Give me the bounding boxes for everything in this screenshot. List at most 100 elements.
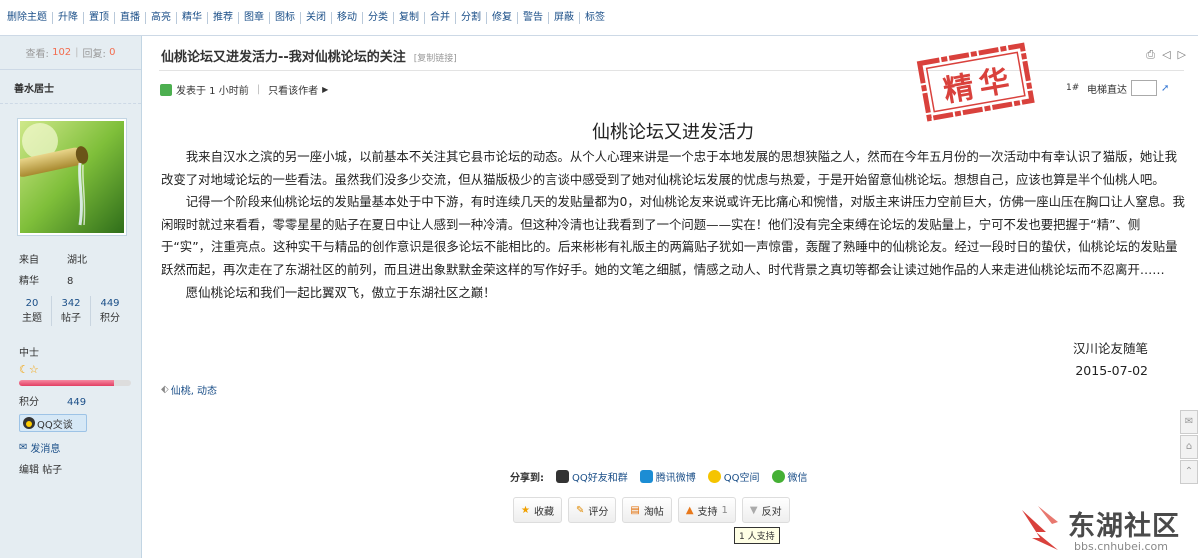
post-signature: 汉川论友随笔 2015-07-02 xyxy=(1073,338,1148,382)
share-label: 分享到: xyxy=(510,473,544,484)
print-icon[interactable]: ⎙ xyxy=(1146,48,1155,62)
logo-text: 东湖社区 xyxy=(1068,511,1180,542)
floor-number[interactable]: 1# xyxy=(1066,83,1079,93)
digest-stamp: 精华 xyxy=(916,42,1036,125)
thread-stats: 查看: 102 | 回复: 0 xyxy=(0,36,141,70)
thumb-down-icon: ▼ xyxy=(749,504,758,516)
mod-action-15[interactable]: 修复 xyxy=(487,11,518,24)
title-divider xyxy=(159,70,1184,71)
thumb-up-icon: ▲ xyxy=(685,504,694,516)
reply-icon[interactable]: ✉ xyxy=(1180,410,1198,434)
mod-action-18[interactable]: 标签 xyxy=(580,12,610,24)
mod-action-12[interactable]: 复制 xyxy=(394,11,425,24)
mod-action-0[interactable]: 删除主题 xyxy=(2,11,53,24)
mod-action-1[interactable]: 升降 xyxy=(53,11,84,24)
edit-row: 编辑 帖子 xyxy=(19,465,63,476)
post-actions: ★ 收藏 ✎ 评分 ▤ 淘帖 ▲ 支持 1 ▼ 反对 xyxy=(513,497,790,523)
next-thread-icon[interactable]: ▷ xyxy=(1178,48,1186,62)
favorite-button[interactable]: ★ 收藏 xyxy=(513,497,562,523)
user-rank: 中士 xyxy=(19,348,39,359)
mod-action-16[interactable]: 警告 xyxy=(518,11,549,24)
moderation-toolbar: 删除主题 升降 置顶 直播 高亮 精华 推荐 图章 图标 关闭 移动 分类 复制 合并 分割 修复 警告 屏蔽 标签 xyxy=(0,0,1198,36)
qq-icon xyxy=(23,417,35,429)
edit-post-link[interactable]: 帖子 xyxy=(42,465,62,476)
envelope-icon: ✉ xyxy=(19,442,28,453)
count-points[interactable]: 449 积分 xyxy=(91,296,129,326)
logo-icon xyxy=(1022,506,1058,550)
from-label: 来自 xyxy=(19,255,39,266)
back-icon[interactable]: ⌂ xyxy=(1180,435,1198,459)
avatar-image xyxy=(20,121,124,233)
mod-action-14[interactable]: 分割 xyxy=(456,11,487,24)
mod-action-3[interactable]: 直播 xyxy=(115,11,146,24)
views-label: 查看: xyxy=(25,49,49,60)
share-qzone[interactable]: QQ空间 xyxy=(707,469,760,484)
floor-jump-input[interactable] xyxy=(1131,80,1157,96)
oppose-button[interactable]: ▼ 反对 xyxy=(741,497,790,523)
qzone-icon xyxy=(707,470,721,483)
rate-icon: ✎ xyxy=(575,504,585,516)
support-button[interactable]: ▲ 支持 1 xyxy=(677,497,736,523)
mod-action-10[interactable]: 移动 xyxy=(332,11,363,24)
qq-friends-icon xyxy=(556,470,569,483)
mod-action-13[interactable]: 合并 xyxy=(425,11,456,24)
mod-action-2[interactable]: 置顶 xyxy=(84,11,115,24)
rank-progress-fill xyxy=(19,380,115,386)
share-qq-friends[interactable]: QQ好友和群 xyxy=(556,469,628,484)
qq-chat-button[interactable]: QQ交谈 xyxy=(19,414,87,432)
count-posts[interactable]: 342 帖子 xyxy=(52,296,91,326)
send-message-link[interactable]: ✉ 发消息 xyxy=(19,440,141,455)
collect-button[interactable]: ▤ 淘帖 xyxy=(622,497,672,523)
arrow-right-icon: ▶ xyxy=(322,85,329,94)
digest-label: 精华 xyxy=(19,276,39,287)
prev-thread-icon[interactable]: ◁ xyxy=(1162,48,1170,62)
share-wechat[interactable]: 微信 xyxy=(771,469,808,484)
mod-action-9[interactable]: 关闭 xyxy=(301,11,332,24)
avatar[interactable] xyxy=(17,118,127,236)
mod-action-17[interactable]: 屏蔽 xyxy=(549,11,580,24)
logo-url: bbs.cnhubei.com xyxy=(1074,540,1168,553)
mod-action-8[interactable]: 图标 xyxy=(270,11,301,24)
views-count: 102 xyxy=(52,47,72,58)
elevator-jump: 电梯直达 ➚ xyxy=(1087,80,1169,96)
author-sidebar: 查看: 102 | 回复: 0 善水居士 来自 湖北 精华 8 20 主题 34… xyxy=(0,36,142,558)
thread-title: 仙桃论坛又进发活力--我对仙桃论坛的关注 xyxy=(161,50,406,65)
thread-tools: ⎙ ◁ ▷ xyxy=(1146,48,1186,62)
tag-icon: ⬖ xyxy=(161,384,169,395)
mod-action-4[interactable]: 高亮 xyxy=(146,11,177,24)
go-arrow-icon[interactable]: ➚ xyxy=(1161,83,1169,94)
copy-link-button[interactable]: [复制链接] xyxy=(414,51,457,64)
mod-action-7[interactable]: 图章 xyxy=(239,11,270,24)
only-author-link[interactable]: 只看该作者 xyxy=(268,82,318,97)
author-info: 来自 湖北 精华 8 xyxy=(19,250,141,292)
points-row: 积分 449 xyxy=(19,397,87,408)
share-bar: 分享到: QQ好友和群 腾讯微博 QQ空间 微信 xyxy=(510,469,808,484)
post-paragraph: 我来自汉水之滨的另一座小城，以前基本不关注其它县市论坛的动态。从个人心理来讲是一… xyxy=(161,149,1178,187)
back-to-top-icon[interactable]: ⌃ xyxy=(1180,460,1198,484)
replies-count: 0 xyxy=(109,47,116,58)
tencent-weibo-icon xyxy=(639,470,653,483)
from-value: 湖北 xyxy=(67,255,87,266)
site-logo: 东湖社区 bbs.cnhubei.com xyxy=(1016,500,1196,558)
post-body: 我来自汉水之滨的另一座小城，以前基本不关注其它县市论坛的动态。从个人心理来讲是一… xyxy=(161,146,1187,304)
post-tags: ⬖ 仙桃, 动态 xyxy=(161,382,217,397)
rate-button[interactable]: ✎ 评分 xyxy=(567,497,617,523)
rank-progress-bar xyxy=(19,380,131,386)
collect-icon: ▤ xyxy=(630,504,640,516)
mod-action-6[interactable]: 推荐 xyxy=(208,11,239,24)
post-main: 仙桃论坛又进发活力--我对仙桃论坛的关注 [复制链接] ⎙ ◁ ▷ 发表于 1 … xyxy=(143,36,1198,558)
mod-action-5[interactable]: 精华 xyxy=(177,11,208,24)
author-name[interactable]: 善水居士 xyxy=(0,70,141,104)
share-tencent-weibo[interactable]: 腾讯微博 xyxy=(639,469,696,484)
post-paragraph: 愿仙桃论坛和我们一起比翼双飞，傲立于东湖社区之巅！ xyxy=(185,284,496,300)
rank-stars-icon: ☾☆ xyxy=(19,363,39,376)
signature-date: 2015-07-02 xyxy=(1075,363,1148,378)
support-tooltip: 1 人支持 xyxy=(734,527,780,544)
count-threads[interactable]: 20 主题 xyxy=(13,296,52,326)
post-time: 发表于 1 小时前 xyxy=(176,86,249,97)
tag-links[interactable]: 仙桃, 动态 xyxy=(171,382,217,397)
mod-action-11[interactable]: 分类 xyxy=(363,11,394,24)
floating-side-tools: ✉ ⌂ ⌃ xyxy=(1180,410,1198,485)
star-icon: ★ xyxy=(521,504,530,516)
author-counts: 20 主题 342 帖子 449 积分 xyxy=(13,296,129,326)
